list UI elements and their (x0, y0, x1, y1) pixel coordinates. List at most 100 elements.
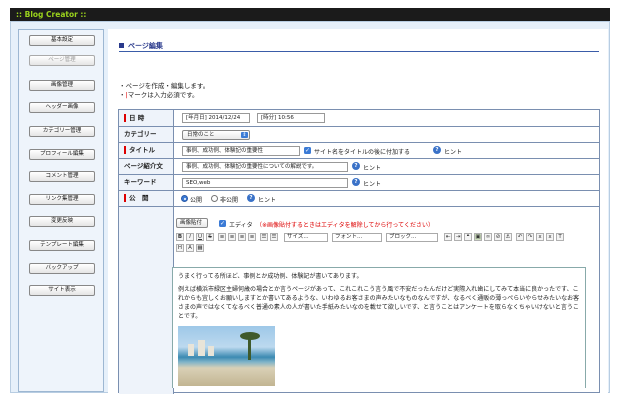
align-left-icon[interactable]: ≡ (218, 233, 226, 241)
help-icon[interactable]: ? (247, 194, 255, 202)
publish-hint-label[interactable]: ヒント (258, 195, 276, 204)
title-divider (119, 51, 599, 52)
title-row: タイトル 事例、成功例、体験記の重要性 ✓ サイト名をタイトルの後に付加する ?… (119, 143, 599, 159)
time-field[interactable]: [時分] 10:56 (257, 113, 325, 123)
append-site-name-checkbox[interactable]: ✓ (304, 147, 311, 154)
category-selected: 日常のこと (187, 132, 215, 138)
photo-building (208, 346, 214, 356)
superscript-icon[interactable]: x (546, 233, 554, 241)
paste-image-button[interactable]: 画像貼付 (176, 218, 208, 228)
sidebar-item-comment-management[interactable]: コメント管理 (29, 171, 95, 182)
help-icon[interactable]: ? (352, 162, 360, 170)
chevron-down-icon: ⇕ (241, 132, 248, 138)
italic-icon[interactable]: I (186, 233, 194, 241)
image-icon[interactable]: ▣ (474, 233, 482, 241)
sidebar-item-category-management[interactable]: カテゴリー管理 (29, 126, 95, 137)
sidebar-item-backup[interactable]: バックアップ (29, 263, 95, 274)
note-line-2: ・|マークは入力必須です。 (119, 89, 199, 99)
keyword-label: キーワード (119, 175, 174, 190)
intro-input[interactable]: 事例、成功例、体験記の重要性についての解説です。 (182, 162, 348, 172)
category-select[interactable]: 日常のこと ⇕ (182, 130, 250, 140)
table-icon[interactable]: ▦ (196, 244, 204, 252)
anchor-icon[interactable]: ⚓ (504, 233, 512, 241)
outdent-icon[interactable]: ⇤ (444, 233, 452, 241)
intro-hint-label[interactable]: ヒント (363, 163, 381, 172)
undo-icon[interactable]: ↶ (516, 233, 524, 241)
title-input[interactable]: 事例、成功例、体験記の重要性 (182, 146, 300, 156)
sidebar-item-header-image[interactable]: ヘッダー画像 (29, 102, 95, 113)
keyword-hint-label[interactable]: ヒント (363, 179, 381, 188)
sidebar-item-site-view[interactable]: サイト表示 (29, 285, 95, 296)
app-title-bar: :: Blog Creator :: (10, 8, 610, 21)
publish-label: 公 開 (119, 191, 174, 206)
date-row: 日 時 [年月日] 2014/12/24 [時分] 10:56 (119, 110, 599, 127)
beach-photo (178, 326, 275, 386)
numbered-list-icon[interactable]: ☰ (270, 233, 278, 241)
category-row: カテゴリー 日常のこと ⇕ (119, 127, 599, 143)
justify-icon[interactable]: ≡ (248, 233, 256, 241)
indent-icon[interactable]: ⇥ (454, 233, 462, 241)
editor-checkbox[interactable]: ✓ (219, 220, 226, 227)
sidebar-item-image-management[interactable]: 画像管理 (29, 80, 95, 91)
body-label-cell (119, 207, 174, 394)
strikethrough-icon[interactable]: S (206, 233, 214, 241)
intro-value-cell: 事例、成功例、体験記の重要性についての解説です。 ? ヒント (175, 159, 599, 174)
sidebar-item-template-edit[interactable]: テンプレート編集 (29, 240, 95, 251)
publish-value-cell: 公開 非公開 ? ヒント (175, 191, 599, 206)
append-site-name-label: サイト名をタイトルの後に付加する (314, 149, 411, 156)
redo-icon[interactable]: ↷ (526, 233, 534, 241)
category-value-cell: 日常のこと ⇕ (175, 127, 599, 142)
sidebar-item-page-management[interactable]: ページ管理 (29, 55, 95, 66)
underline-icon[interactable]: U (196, 233, 204, 241)
time-field-label: [時分] (261, 115, 277, 121)
sidebar: 基本設定 ページ管理 画像管理 ヘッダー画像 カテゴリー管理 プロフィール編集 … (18, 29, 104, 392)
date-label: 日 時 (119, 110, 174, 126)
public-radio[interactable] (181, 195, 188, 202)
photo-building (188, 344, 194, 356)
help-icon[interactable]: ? (352, 178, 360, 186)
block-select[interactable]: ブロック... (386, 233, 438, 242)
heading-square-icon (119, 43, 124, 48)
publish-row: 公 開 公開 非公開 ? ヒント (119, 191, 599, 207)
date-value-cell: [年月日] 2014/12/24 [時分] 10:56 (175, 110, 599, 126)
html-source-icon[interactable]: H (176, 244, 184, 252)
editor-container: 画像貼付 ✓ エディタ （※画像貼付するときはエディタを解除してから行ってくださ… (172, 218, 602, 388)
note-text: マークは入力必須です。 (127, 91, 199, 99)
help-icon[interactable]: ? (433, 146, 441, 154)
sidebar-item-profile-edit[interactable]: プロフィール編集 (29, 149, 95, 160)
font-select[interactable]: フォント... (332, 233, 382, 242)
align-right-icon[interactable]: ≡ (238, 233, 246, 241)
body-paragraph-2: 例えば横浜市緑区主婦何歳の場合とか言うページがあって、これこれこう言う風で不安だ… (178, 286, 580, 320)
editor-checkbox-label: エディタ (229, 222, 253, 229)
sidebar-item-apply-changes[interactable]: 変更反映 (29, 216, 95, 227)
app-title: :: Blog Creator :: (16, 10, 87, 19)
keyword-input[interactable]: SEO,web (182, 178, 348, 188)
date-field-label: [年月日] (186, 115, 207, 121)
photo-building (198, 340, 205, 356)
category-label: カテゴリー (119, 127, 174, 142)
size-select[interactable]: サイズ... (284, 233, 328, 242)
photo-palm (240, 332, 260, 340)
subscript-icon[interactable]: x (536, 233, 544, 241)
sidebar-item-link-management[interactable]: リンク集管理 (29, 194, 95, 205)
bold-icon[interactable]: B (176, 233, 184, 241)
editor-body-lower (172, 326, 586, 388)
align-center-icon[interactable]: ≡ (228, 233, 236, 241)
time-field-value: 10:56 (278, 115, 294, 121)
date-field-value: 2014/12/24 (208, 115, 241, 121)
body-paragraph-1: うまく行ってる所ほど、事例とか成功例、体験記が書いてあります。 (178, 273, 363, 280)
clear-format-icon[interactable]: T (556, 233, 564, 241)
blockquote-icon[interactable]: ❝ (464, 233, 472, 241)
public-radio-label: 公開 (190, 197, 203, 204)
text-color-icon[interactable]: A (186, 244, 194, 252)
sidebar-item-basic-settings[interactable]: 基本設定 (29, 35, 95, 46)
link-icon[interactable]: ∞ (484, 233, 492, 241)
title-hint-label[interactable]: ヒント (444, 147, 462, 156)
keyword-row: キーワード SEO,web ? ヒント (119, 175, 599, 191)
intro-label: ページ紹介文 (119, 159, 174, 174)
intro-row: ページ紹介文 事例、成功例、体験記の重要性についての解説です。 ? ヒント (119, 159, 599, 175)
unlink-icon[interactable]: ⊘ (494, 233, 502, 241)
bullet-list-icon[interactable]: ☰ (260, 233, 268, 241)
private-radio[interactable] (211, 195, 218, 202)
date-field[interactable]: [年月日] 2014/12/24 (182, 113, 250, 123)
